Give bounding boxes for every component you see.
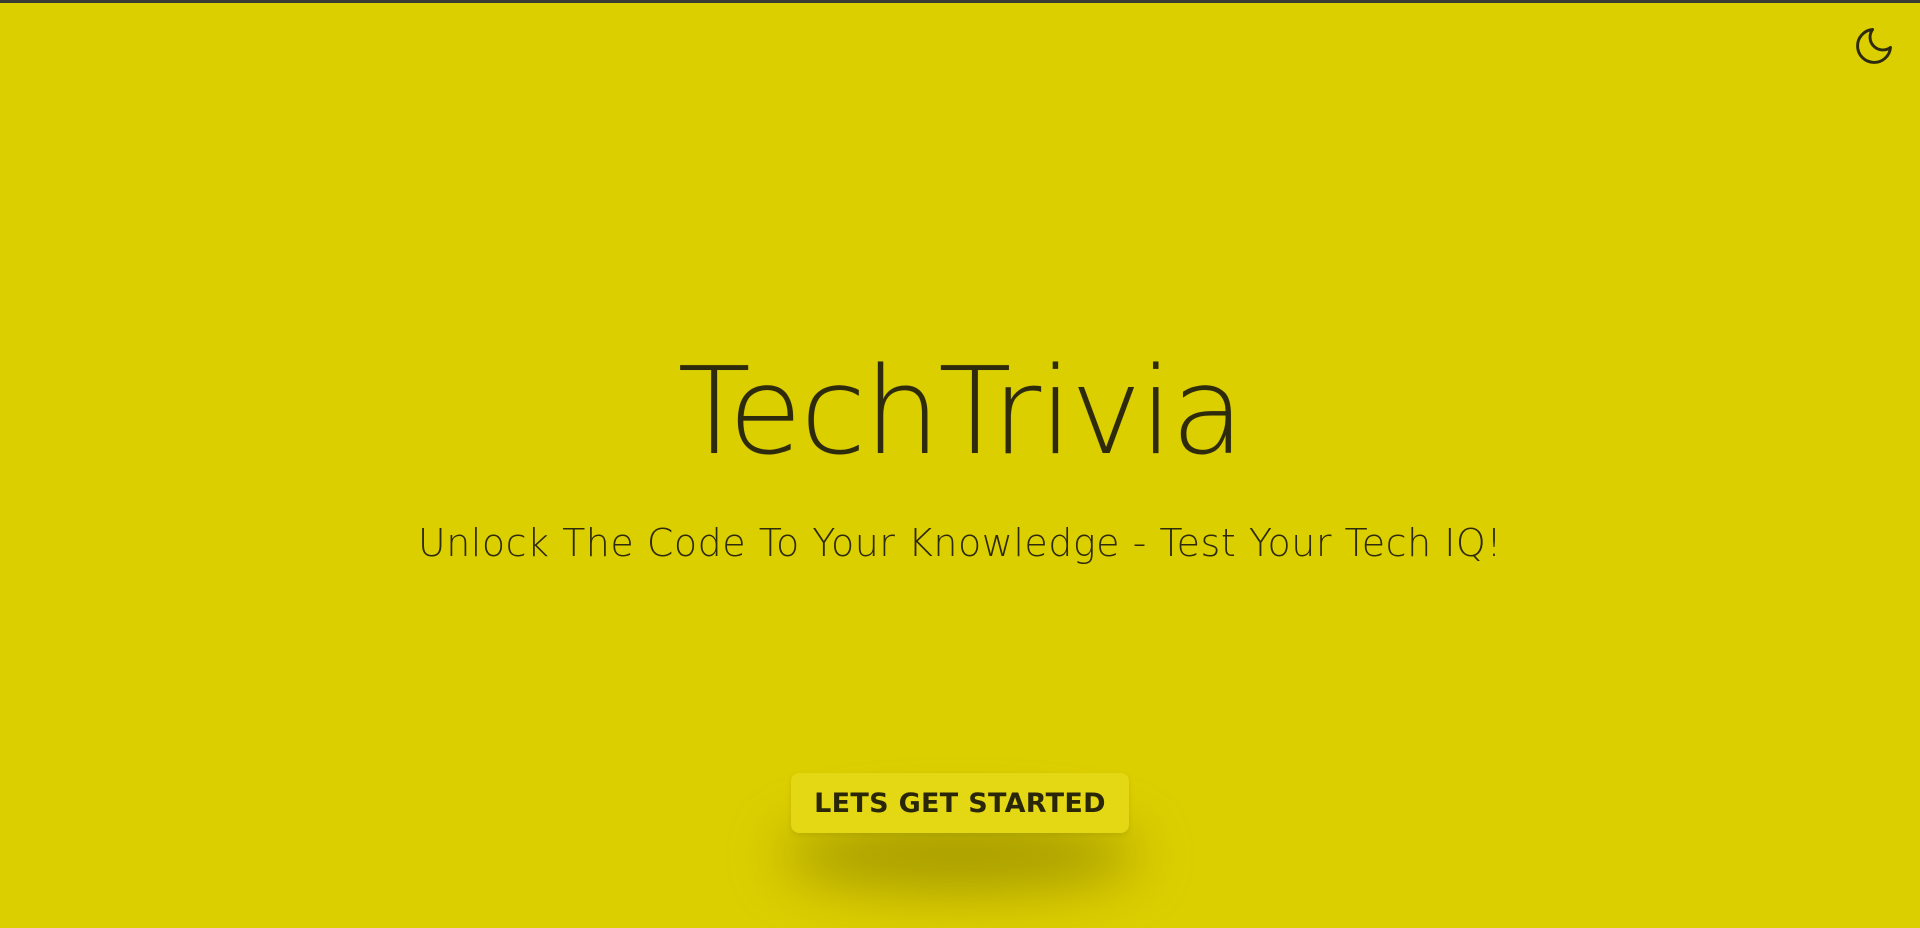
get-started-button[interactable]: LETS GET STARTED bbox=[791, 773, 1129, 833]
tagline: Unlock The Code To Your Knowledge - Test… bbox=[417, 521, 1503, 565]
hero-section: TechTrivia Unlock The Code To Your Knowl… bbox=[0, 0, 1920, 928]
app-title: TechTrivia bbox=[677, 343, 1245, 482]
